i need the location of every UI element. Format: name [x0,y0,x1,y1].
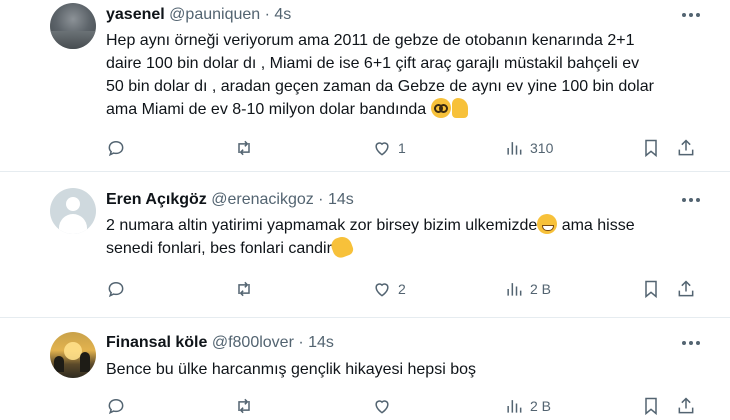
tweet[interactable]: Finansal köle @f800lover · 14s Bence bu … [0,318,730,420]
timestamp[interactable]: 4s [274,6,291,23]
tweet-text-line: Hep aynı örneği veriyorum ama 2011 de ge… [106,32,635,49]
handle[interactable]: @erenacikgoz [211,191,314,208]
tweet-text-line: Bence bu ülke harcanmış gençlik hikayesi… [106,361,476,378]
more-horizontal-icon[interactable] [682,12,700,18]
views-button[interactable]: 2 B [504,395,551,417]
retweet-button[interactable] [234,137,260,159]
reply-button[interactable] [106,278,132,300]
heart-icon [375,400,389,414]
avatar[interactable] [50,3,96,49]
tweet-text-fragment: ama hisse [557,217,635,234]
reply-button[interactable] [106,137,132,159]
share-button[interactable] [676,278,696,300]
tweet-text: 2 numara altin yatirimi yapmamak zor bir… [106,214,706,260]
nerd-face-emoji [430,98,451,118]
view-count: 2 B [530,398,552,414]
tweet-text-line: 2 numara altin yatirimi yapmamak zor bir… [106,214,706,237]
retweet-icon [238,140,250,156]
tweet-actions: 2 2 B [106,278,696,300]
view-count: 310 [530,140,554,156]
display-name[interactable]: Eren Açıkgöz [106,191,207,208]
tweet-actions: 2 B [106,395,696,417]
reply-icon [108,140,124,157]
tweet-text: Hep aynı örneği veriyorum ama 2011 de ge… [106,29,706,121]
bookmark-icon [645,280,657,299]
separator: · [293,334,309,351]
handle[interactable]: @f800lover [212,334,294,351]
tweet-header: Finansal köle @f800lover · 14s [106,333,334,353]
avatar[interactable] [50,188,96,234]
views-button[interactable]: 2 B [504,278,551,300]
views-button[interactable]: 310 [504,137,553,159]
like-button[interactable] [372,395,398,417]
reply-icon [108,281,124,298]
tweet-text-line: 50 bin dolar dı , aradan geçen zaman da … [106,78,654,95]
bookmark-button[interactable] [641,395,661,417]
like-button[interactable]: 2 [372,278,406,300]
retweet-icon [238,281,250,297]
views-chart-icon [507,283,522,296]
clapping-hands-emoji [329,234,355,260]
handle[interactable]: @pauniquen [169,6,260,23]
display-name[interactable]: yasenel [106,6,165,23]
views-chart-icon [507,142,522,155]
timestamp[interactable]: 14s [308,334,334,351]
share-icon [678,397,694,414]
tweet-text: Bence bu ülke harcanmış gençlik hikayesi… [106,358,706,381]
tweet-text-line: senedi fonlari, bes fonlari candir [106,234,706,260]
grinning-face-emoji [537,214,558,234]
retweet-button[interactable] [234,395,260,417]
tweet-text-fragment: ama Miami de ev 8-10 milyon dolar bandın… [106,101,427,118]
bookmark-button[interactable] [641,137,661,159]
tweet-text-fragment: 2 numara altin yatirimi yapmamak zor bir… [106,217,538,234]
like-count: 2 [398,281,406,297]
tweet-text-fragment: senedi fonlari, bes fonlari candir [106,240,332,257]
more-horizontal-icon[interactable] [682,197,700,203]
share-icon [678,139,694,156]
heart-icon [375,283,389,297]
views-chart-icon [507,400,522,413]
tweet-text-line: ama Miami de ev 8-10 milyon dolar bandın… [106,98,706,121]
tweet-text-line: daire 100 bin dolar dı , Miami de ise 6+… [106,55,640,72]
view-count: 2 B [530,281,552,297]
separator: · [313,191,328,208]
more-horizontal-icon[interactable] [682,340,700,346]
thumbs-up-emoji [451,98,468,118]
share-icon [678,280,694,297]
heart-icon [375,142,389,156]
separator: · [260,6,275,23]
share-button[interactable] [676,395,696,417]
retweet-button[interactable] [234,278,260,300]
tweet[interactable]: Eren Açıkgöz @erenacikgoz · 14s 2 numara… [0,172,730,318]
tweet-header: Eren Açıkgöz @erenacikgoz · 14s [106,190,354,210]
reply-icon [108,398,124,415]
share-button[interactable] [676,137,696,159]
bookmark-icon [645,139,657,158]
timestamp[interactable]: 14s [328,191,354,208]
tweet-header: yasenel @pauniquen · 4s [106,5,291,25]
reply-button[interactable] [106,395,132,417]
avatar[interactable] [50,332,96,378]
like-count: 1 [398,140,406,156]
display-name[interactable]: Finansal köle [106,334,207,351]
retweet-icon [238,398,250,414]
tweet-actions: 1 310 [106,137,696,159]
like-button[interactable]: 1 [372,137,406,159]
bookmark-icon [645,397,657,416]
bookmark-button[interactable] [641,278,661,300]
tweet[interactable]: yasenel @pauniquen · 4s Hep aynı örneği … [0,0,730,172]
